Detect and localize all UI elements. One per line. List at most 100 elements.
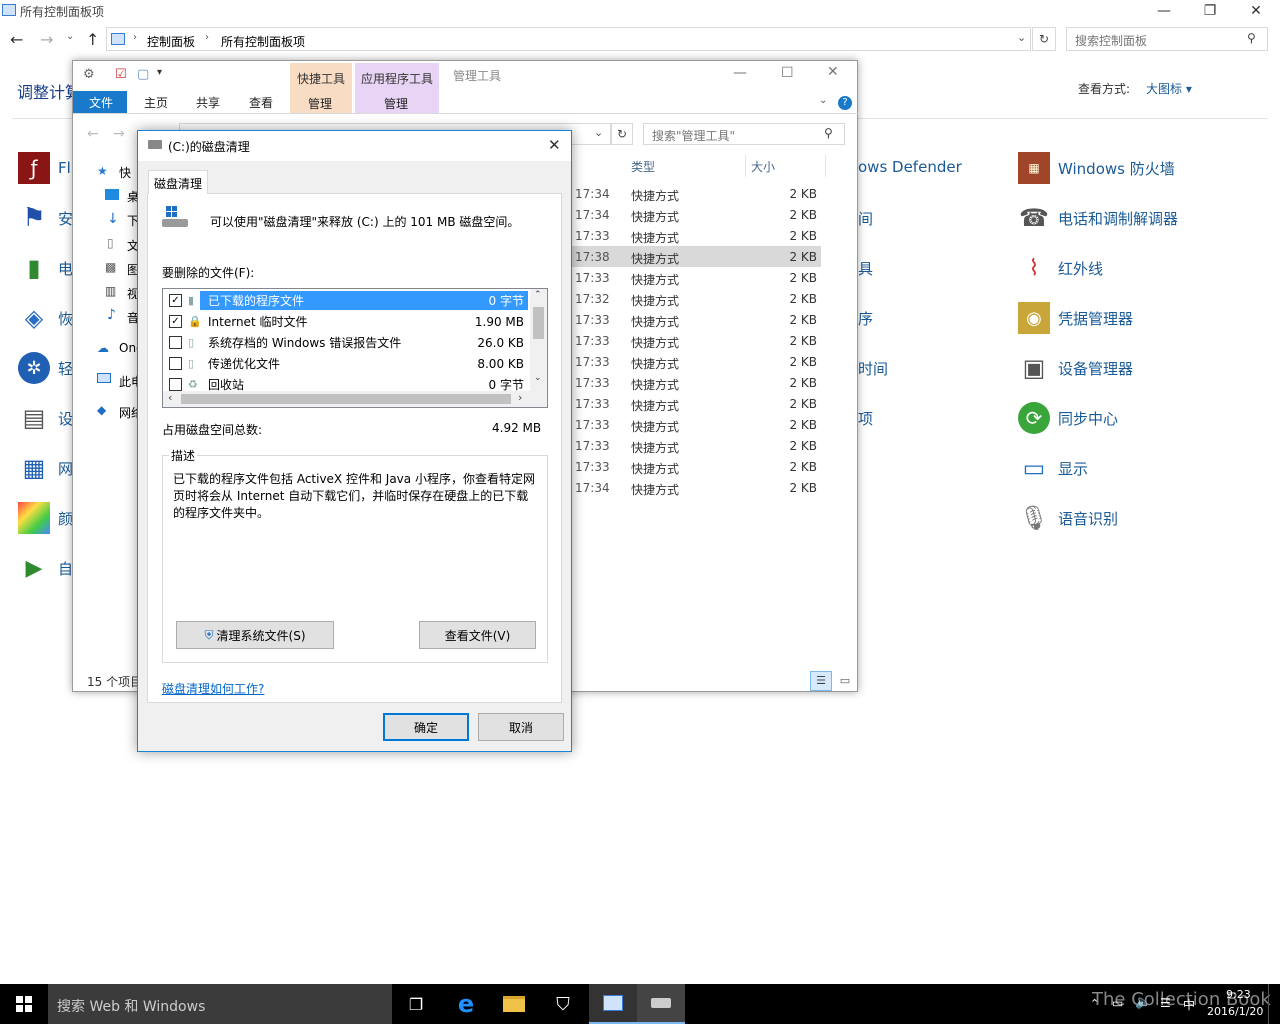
nav-item-quick-access[interactable]: 快 bbox=[119, 164, 131, 181]
file-row-time[interactable]: 17:33 bbox=[575, 460, 610, 474]
cp-item-defender-label[interactable]: ows Defender bbox=[858, 158, 962, 176]
clock-date[interactable]: 2016/1/20 bbox=[1207, 1005, 1263, 1018]
checklist-icon[interactable]: ☑ bbox=[115, 67, 127, 82]
scroll-down-icon[interactable]: ⌄ bbox=[534, 373, 542, 383]
vertical-scrollbar[interactable]: ⌃ ⌄ bbox=[530, 289, 547, 391]
file-row-time[interactable]: 17:34 bbox=[575, 208, 610, 222]
breadcrumb-control-panel[interactable]: 控制面板 bbox=[147, 33, 195, 50]
recent-chevron-icon[interactable]: ⌄ bbox=[66, 31, 74, 42]
file-row-type[interactable]: 快捷方式 bbox=[631, 250, 679, 267]
file-row-time[interactable]: 17:33 bbox=[575, 271, 610, 285]
file-row-type[interactable]: 快捷方式 bbox=[631, 229, 679, 246]
file-row-time[interactable]: 17:33 bbox=[575, 439, 610, 453]
view-by-dropdown[interactable]: 大图标 ▾ bbox=[1146, 80, 1192, 97]
cp-item-autoplay[interactable]: ▶ 自 bbox=[18, 548, 73, 588]
file-row-time[interactable]: 17:33 bbox=[575, 397, 610, 411]
file-row-type[interactable]: 快捷方式 bbox=[631, 355, 679, 372]
address-box[interactable]: › 控制面板 › 所有控制面板项 ⌄ bbox=[106, 27, 1031, 51]
ribbon-expand-icon[interactable]: ⌄ bbox=[819, 95, 827, 106]
refresh-icon[interactable]: ↻ bbox=[1032, 27, 1056, 51]
cp-item-firewall[interactable]: ▦ Windows 防火墙 bbox=[1018, 148, 1175, 188]
clean-system-files-button[interactable]: ⛨ 清理系统文件(S) bbox=[176, 621, 334, 649]
file-row-size[interactable]: 2 KB bbox=[789, 355, 817, 369]
tab-manage-shortcut[interactable]: 管理 bbox=[308, 95, 332, 112]
scroll-thumb[interactable] bbox=[533, 307, 544, 339]
file-row-type[interactable]: 快捷方式 bbox=[631, 187, 679, 204]
file-row-time[interactable]: 17:33 bbox=[575, 355, 610, 369]
volume-icon[interactable]: 🔈 bbox=[1135, 995, 1151, 1010]
tab-view[interactable]: 查看 bbox=[249, 94, 273, 111]
file-row-size[interactable]: 2 KB bbox=[789, 208, 817, 222]
notification-icon[interactable]: ☰ bbox=[1160, 996, 1171, 1010]
file-row-type[interactable]: 快捷方式 bbox=[631, 397, 679, 414]
file-row-type[interactable]: 快捷方式 bbox=[631, 334, 679, 351]
tab-share[interactable]: 共享 bbox=[196, 94, 220, 111]
show-desktop-button[interactable] bbox=[1268, 984, 1280, 1024]
cp-item-devices[interactable]: ▤ 设 bbox=[18, 398, 73, 438]
cp-item-power[interactable]: ▮ 电 bbox=[18, 248, 73, 288]
file-row-time[interactable]: 17:33 bbox=[575, 229, 610, 243]
file-row-type[interactable]: 快捷方式 bbox=[631, 271, 679, 288]
help-link[interactable]: 磁盘清理如何工作? bbox=[162, 680, 264, 697]
file-row-size[interactable]: 2 KB bbox=[789, 187, 817, 201]
file-checkbox[interactable] bbox=[169, 357, 182, 370]
file-row-type[interactable]: 快捷方式 bbox=[631, 439, 679, 456]
cp-item-credentials[interactable]: ◉ 凭据管理器 bbox=[1018, 298, 1133, 338]
cp-item-display[interactable]: ▭ 显示 bbox=[1018, 448, 1088, 488]
files-list-item[interactable]: ✓ ▮ 已下载的程序文件 0 字节 bbox=[164, 290, 530, 311]
cp-item-recovery[interactable]: ◈ 恢 bbox=[18, 298, 73, 338]
store-icon[interactable]: ⛉ bbox=[539, 984, 587, 1024]
file-row-size[interactable]: 2 KB bbox=[789, 376, 817, 390]
file-row-time[interactable]: 17:32 bbox=[575, 292, 610, 306]
file-row-size[interactable]: 2 KB bbox=[789, 334, 817, 348]
file-row-size[interactable]: 2 KB bbox=[789, 439, 817, 453]
view-files-button[interactable]: 查看文件(V) bbox=[419, 621, 536, 649]
large-icons-view-icon[interactable]: ▭ bbox=[835, 671, 855, 691]
file-row-size[interactable]: 2 KB bbox=[789, 313, 817, 327]
edge-icon[interactable]: e bbox=[442, 984, 490, 1024]
column-header-size[interactable]: 大小 bbox=[751, 158, 775, 175]
file-row-time[interactable]: 17:33 bbox=[575, 334, 610, 348]
network-tray-icon[interactable]: ▭ bbox=[1112, 996, 1123, 1010]
cp-item-security[interactable]: ⚑ 安 bbox=[18, 198, 73, 238]
cp-item-device-manager[interactable]: ▣ 设备管理器 bbox=[1018, 348, 1133, 388]
file-checkbox[interactable]: ✓ bbox=[169, 294, 182, 307]
chevron-down-icon[interactable]: ⌄ bbox=[594, 126, 603, 139]
minimize-button[interactable]: — bbox=[733, 65, 747, 81]
cp-item-ease-of-access[interactable]: ✲ 轻 bbox=[18, 348, 73, 388]
ime-indicator[interactable]: 中 bbox=[1183, 996, 1195, 1013]
up-arrow-icon[interactable]: ↑ bbox=[86, 30, 99, 49]
details-view-icon[interactable]: ☰ bbox=[810, 671, 832, 691]
scroll-up-icon[interactable]: ⌃ bbox=[534, 290, 542, 300]
maximize-button[interactable]: ❐ bbox=[1187, 0, 1233, 22]
maximize-button[interactable]: ☐ bbox=[781, 65, 794, 81]
customize-toolbar-icon[interactable]: ▾ bbox=[157, 67, 162, 78]
ok-button[interactable]: 确定 bbox=[383, 713, 469, 741]
cp-item-sync-center[interactable]: ⟳ 同步中心 bbox=[1018, 398, 1118, 438]
file-row-size[interactable]: 2 KB bbox=[789, 481, 817, 495]
forward-arrow-icon[interactable]: → bbox=[113, 126, 125, 142]
file-row-type[interactable]: 快捷方式 bbox=[631, 481, 679, 498]
files-list[interactable]: ✓ ▮ 已下载的程序文件 0 字节 ✓ 🔒 Internet 临时文件 1.90 MB ▯ 系统存… bbox=[162, 288, 548, 408]
taskbar-disk-cleanup[interactable] bbox=[637, 984, 685, 1024]
clock-time[interactable]: 9:23 bbox=[1226, 988, 1251, 1001]
chevron-down-icon[interactable]: ⌄ bbox=[1017, 31, 1026, 44]
cp-item-mid-label[interactable]: 时间 bbox=[858, 358, 888, 379]
new-folder-icon[interactable]: ▢ bbox=[137, 67, 149, 82]
file-checkbox[interactable] bbox=[169, 378, 182, 391]
close-button[interactable]: ✕ bbox=[827, 64, 839, 80]
file-row-type[interactable]: 快捷方式 bbox=[631, 208, 679, 225]
task-view-icon[interactable]: ❐ bbox=[392, 984, 440, 1024]
cp-item-mid-label[interactable]: 间 bbox=[858, 208, 873, 229]
file-row-time[interactable]: 17:38 bbox=[575, 250, 610, 264]
file-row-time[interactable]: 17:33 bbox=[575, 376, 610, 390]
scroll-right-icon[interactable]: › bbox=[518, 391, 522, 404]
cancel-button[interactable]: 取消 bbox=[478, 713, 564, 741]
cp-item-mid-label[interactable]: 项 bbox=[858, 408, 873, 429]
breadcrumb-all-items[interactable]: 所有控制面板项 bbox=[221, 33, 305, 50]
file-checkbox[interactable] bbox=[169, 336, 182, 349]
scroll-left-icon[interactable]: ‹ bbox=[168, 391, 172, 404]
close-button[interactable]: ✕ bbox=[548, 136, 561, 154]
file-explorer-icon[interactable] bbox=[490, 984, 538, 1024]
close-button[interactable]: ✕ bbox=[1233, 0, 1279, 22]
